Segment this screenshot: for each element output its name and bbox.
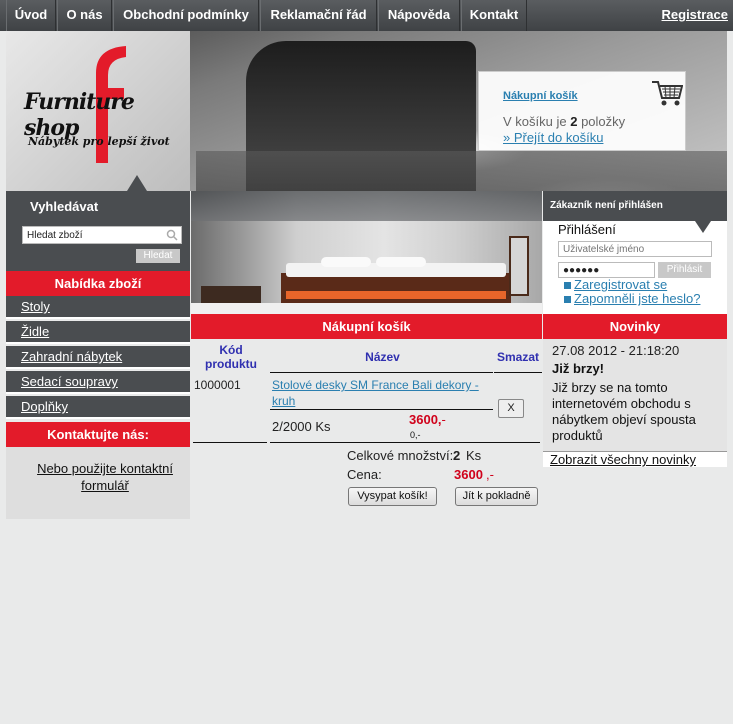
header-cart-box: Nákupní košík V košíku je 2 položky » Př…	[478, 71, 686, 151]
photo-floor	[191, 303, 542, 314]
product-menu-heading: Nabídka zboží	[6, 271, 190, 296]
contact-heading: Kontaktujte nás:	[6, 422, 190, 447]
nav-item-uvod[interactable]: Úvod	[6, 0, 56, 31]
checkout-button[interactable]: Jít k pokladně	[455, 487, 538, 506]
search-title: Vyhledávat	[30, 199, 99, 214]
photo-chair	[509, 236, 529, 296]
bullet-icon	[564, 296, 571, 303]
menu-item-stoly[interactable]: Stoly	[6, 296, 190, 319]
login-status-strip: Zákazník není přihlášen	[543, 191, 727, 221]
nav-item-reklamacni-rad[interactable]: Reklamační řád	[260, 0, 377, 31]
all-news-link[interactable]: Zobrazit všechny novinky	[543, 451, 727, 467]
menu-item-zahradni-nabytek[interactable]: Zahradní nábytek	[6, 346, 190, 369]
photo-bed-stripe	[286, 291, 506, 299]
table-divider	[494, 372, 542, 373]
photo-pillow	[321, 257, 371, 267]
nav-item-napoveda[interactable]: Nápověda	[378, 0, 460, 31]
search-button[interactable]: Hledat	[136, 249, 180, 263]
total-price-label: Cena:	[347, 467, 382, 482]
empty-cart-button[interactable]: Vysypat košík!	[348, 487, 437, 506]
username-input[interactable]	[558, 241, 712, 257]
search-panel: Vyhledávat Hledat	[6, 191, 190, 271]
product-quantity: 2/2000 Ks	[272, 419, 331, 434]
logo-notch	[127, 175, 147, 191]
table-divider	[270, 409, 493, 410]
banner-photo-floor	[196, 151, 727, 191]
menu-item-zidle[interactable]: Židle	[6, 321, 190, 344]
news-date: 27.08 2012 - 21:18:20	[552, 343, 680, 358]
bedroom-photo	[191, 191, 542, 314]
nav-item-obchodni-podminky[interactable]: Obchodní podmínky	[113, 0, 259, 31]
total-price-value: 3600	[454, 467, 483, 482]
login-notch	[695, 221, 711, 233]
total-quantity-unit: Ks	[466, 448, 482, 463]
forgot-password-link[interactable]: Zapomněli jste heslo?	[574, 291, 700, 306]
password-input[interactable]	[558, 262, 655, 278]
product-price-small: 0,-	[410, 430, 421, 440]
register-link-login[interactable]: Zaregistrovat se	[574, 277, 667, 292]
total-price-suffix: ,-	[486, 467, 494, 482]
goto-cart-link[interactable]: » Přejít do košíku	[503, 130, 603, 145]
nav-item-kontakt[interactable]: Kontakt	[461, 0, 527, 31]
news-box: 27.08 2012 - 21:18:20 Již brzy! Již brzy…	[543, 339, 727, 451]
login-panel: Zákazník není přihlášen Přihlášení Přihl…	[543, 191, 727, 314]
cart-count-text: V košíku je 2 položky	[503, 114, 625, 129]
news-text: Již brzy se na tomto internetovém obchod…	[552, 380, 696, 443]
top-navigation: Úvod O nás Obchodní podmínky Reklamační …	[0, 0, 733, 31]
column-header-name: Název	[365, 350, 400, 364]
cart-count-value: 2	[570, 114, 578, 129]
cart-count-suffix: položky	[581, 114, 626, 129]
login-status-text: Zákazník není přihlášen	[550, 200, 663, 211]
search-input[interactable]	[22, 226, 182, 244]
photo-pillow	[376, 257, 426, 267]
cart-heading: Nákupní košík	[191, 314, 542, 339]
shopping-cart-icon[interactable]	[651, 78, 683, 108]
news-heading: Novinky	[543, 314, 727, 339]
nav-item-o-nas[interactable]: O nás	[57, 0, 112, 31]
table-divider	[270, 372, 493, 373]
logo-title: Furniture shop	[24, 89, 135, 141]
table-divider	[193, 442, 267, 443]
total-quantity-value: 2	[453, 448, 461, 463]
product-price-value: 3600,	[409, 412, 442, 427]
product-code: 1000001	[194, 378, 241, 392]
logo[interactable]: Furniture shop Nábytek pro lepší život	[6, 31, 190, 191]
login-button[interactable]: Přihlásit	[658, 262, 711, 278]
cart-count-prefix: V košíku je	[503, 114, 567, 129]
news-title: Již brzy!	[552, 361, 605, 376]
contact-form-link[interactable]: Nebo použijte kontaktní formulář	[20, 460, 190, 494]
photo-shadow-band	[191, 191, 542, 221]
search-icon[interactable]	[166, 229, 178, 241]
table-divider	[270, 442, 540, 443]
contact-box: Nebo použijte kontaktní formulář	[6, 447, 190, 519]
register-link[interactable]: Registrace	[662, 7, 728, 22]
login-title: Přihlášení	[558, 222, 616, 237]
product-name-link[interactable]: Stolové desky SM France Bali dekory - kr…	[272, 377, 487, 409]
delete-item-button[interactable]: X	[498, 399, 524, 418]
logo-subtitle: Nábytek pro lepší život	[28, 135, 170, 148]
column-header-code: Kód produktu	[205, 343, 257, 371]
cart-box-title-link[interactable]: Nákupní košík	[503, 90, 578, 102]
product-price: 3600,-	[409, 412, 446, 427]
bullet-icon	[564, 282, 571, 289]
menu-item-sedaci-soupravy[interactable]: Sedací soupravy	[6, 371, 190, 394]
product-price-suffix: -	[441, 412, 446, 427]
column-header-delete: Smazat	[496, 350, 540, 364]
total-quantity-label: Celkové množství:	[347, 448, 454, 463]
menu-item-doplnky[interactable]: Doplňky	[6, 396, 190, 419]
